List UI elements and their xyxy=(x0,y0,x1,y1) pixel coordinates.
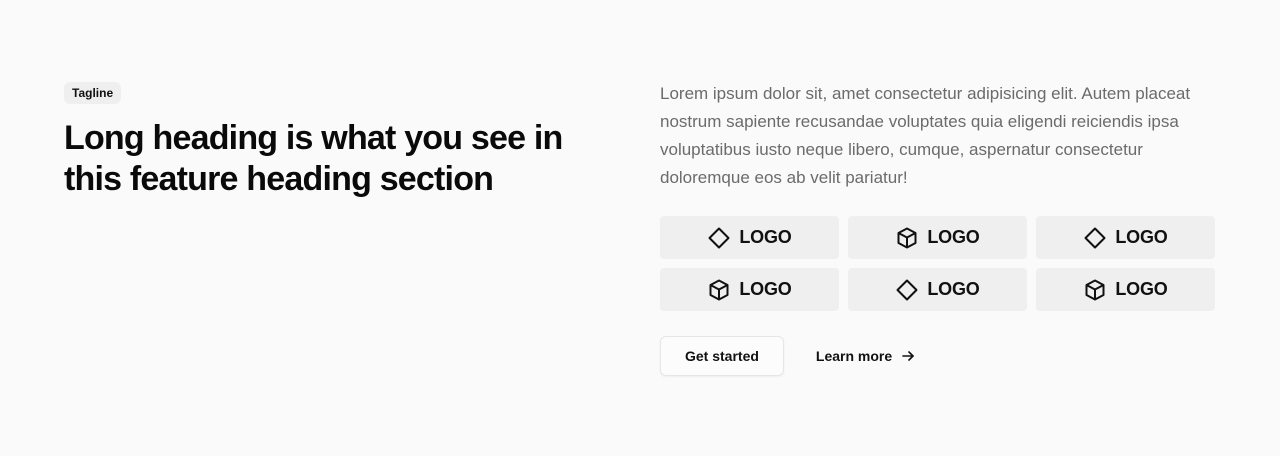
logo-label: LOGO xyxy=(927,227,980,247)
cube-icon xyxy=(897,227,917,248)
logo-label: LOGO xyxy=(739,227,792,247)
diamond-icon xyxy=(896,279,918,300)
logo-label: LOGO xyxy=(1115,227,1168,247)
get-started-button[interactable]: Get started xyxy=(660,336,784,376)
logo-card: LOGO xyxy=(660,216,839,259)
logo-card: LOGO xyxy=(848,268,1027,311)
learn-more-label: Learn more xyxy=(815,348,893,364)
heading-column: Tagline Long heading is what you see in … xyxy=(64,82,604,200)
action-buttons: Get started Learn more xyxy=(660,336,1216,376)
feature-section: Tagline Long heading is what you see in … xyxy=(0,0,1280,456)
arrow-right-icon xyxy=(902,351,914,361)
cube-icon xyxy=(709,279,729,300)
logo-card: LOGO xyxy=(848,216,1027,259)
content-column: Lorem ipsum dolor sit, amet consectetur … xyxy=(660,80,1216,376)
logo-card: LOGO xyxy=(1036,216,1215,259)
logo-label: LOGO xyxy=(739,279,792,299)
logo-card: LOGO xyxy=(1036,268,1215,311)
logo-grid: LOGO LOGO LOGO LOGO LOGO LOGO xyxy=(660,216,1216,311)
section-heading: Long heading is what you see in this fea… xyxy=(64,119,563,198)
diamond-icon xyxy=(708,227,730,248)
learn-more-button[interactable]: Learn more xyxy=(816,348,916,364)
logo-label: LOGO xyxy=(1115,279,1168,299)
logo-label: LOGO xyxy=(927,279,980,299)
diamond-icon xyxy=(1084,227,1106,248)
body-paragraph: Lorem ipsum dolor sit, amet consectetur … xyxy=(660,84,1191,187)
cube-icon xyxy=(1085,279,1105,300)
tagline-badge: Tagline xyxy=(64,82,122,104)
logo-card: LOGO xyxy=(660,268,839,311)
